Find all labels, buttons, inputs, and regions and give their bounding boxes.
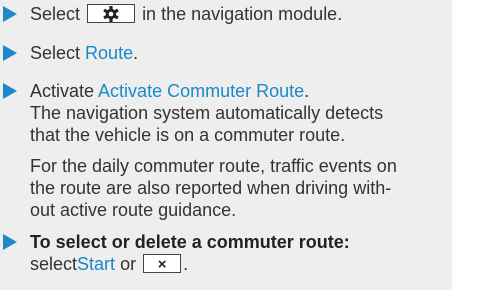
step-4-pre: select (30, 254, 78, 274)
instructions-panel: Select in the navigation module. Select … (0, 0, 452, 290)
step-1: Select in the navigation module. (30, 3, 342, 25)
note-line-3: out active route guidance. (30, 200, 237, 220)
note-line-2: the route are also reported when driving… (30, 178, 392, 198)
step-4-mid: or (120, 254, 137, 274)
step-arrow-icon (3, 234, 17, 250)
step-4: selectStart or ×. (30, 253, 188, 275)
step-4-heading: To select or delete a commuter route: (30, 232, 350, 252)
step-2-pre: Select (30, 43, 81, 63)
delete-button: × (143, 253, 182, 273)
step-3-post: . (304, 81, 310, 101)
step-arrow-icon (3, 83, 17, 99)
gear-icon (103, 5, 119, 22)
step-arrow-icon (3, 45, 17, 61)
route-menu-item: Route (85, 43, 134, 63)
step-3: Activate Activate Commuter Route. (30, 80, 309, 102)
start-option: Start (77, 254, 116, 274)
step-4-post: . (183, 254, 189, 274)
step-3-detail-line-1: The navigation system automatically dete… (30, 103, 384, 123)
step-3-pre: Activate (30, 81, 95, 101)
step-1-post: in the navigation module. (142, 4, 343, 24)
activate-commuter-route-option: Activate Commuter Route (98, 81, 305, 101)
note-line-1: For the daily commuter route, traffic ev… (30, 156, 397, 176)
settings-button (87, 3, 136, 23)
step-3-detail-line-2: that the vehicle is on a commuter route. (30, 125, 346, 145)
step-2-post: . (133, 43, 139, 63)
step-2: Select Route. (30, 42, 138, 64)
step-1-pre: Select (30, 4, 81, 24)
step-arrow-icon (3, 6, 17, 22)
